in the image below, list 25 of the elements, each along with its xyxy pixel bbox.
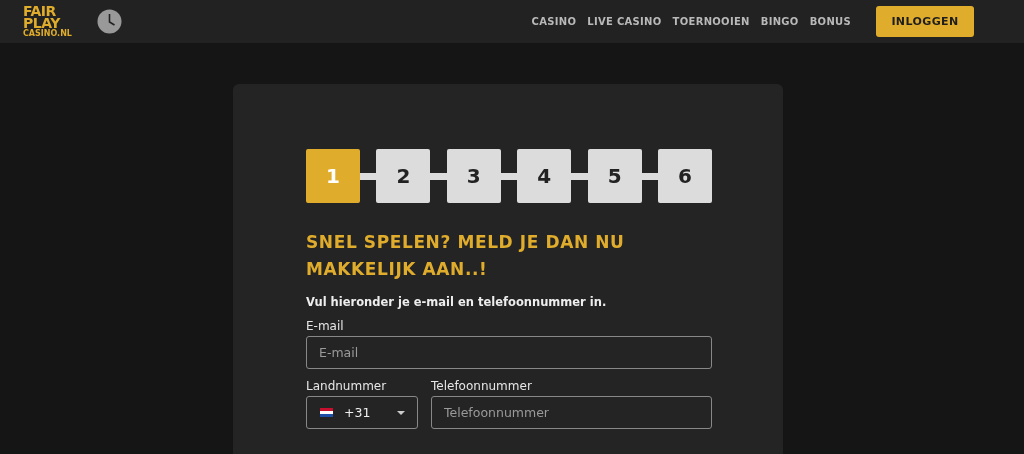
nav-link[interactable]: BONUS [809,16,851,27]
field-label: Landnummer [306,379,388,393]
form-instruction: Vul hieronder je e-mail en telefoonnummer in. [306,295,608,309]
field-label: E-mail [306,319,345,333]
login-button[interactable]: INLOGGEN [876,6,974,37]
caret-icon [397,410,405,415]
form-title: SNEL SPELEN? MELD JE DAN NU MAKKELIJK AAN..! [306,231,626,281]
flag-icon [320,408,333,417]
country-code-dropdown[interactable]: +31 [306,396,418,429]
nav-link[interactable]: BINGO [760,16,799,27]
logo[interactable]: FAIR PLAY CASINO.NL [23,5,72,38]
nav-link[interactable]: CASINO [531,16,577,27]
step-connector [360,172,377,180]
step-indicator: 3 [446,149,501,203]
clock-icon[interactable] [96,9,122,34]
email-field[interactable]: E-mail [306,336,712,369]
step-indicator: 1 [306,149,360,203]
step-indicator: 5 [587,149,642,203]
step-indicator: 2 [376,149,431,203]
phone-field[interactable]: Telefoonnummer [431,396,712,429]
nav-link[interactable]: LIVE CASINO [587,16,662,27]
field-label: Telefoonnummer [431,379,533,393]
step-indicator: 4 [517,149,572,203]
step-indicator: 6 [658,149,713,203]
nav-link[interactable]: TOERNOOIEN [672,16,750,27]
